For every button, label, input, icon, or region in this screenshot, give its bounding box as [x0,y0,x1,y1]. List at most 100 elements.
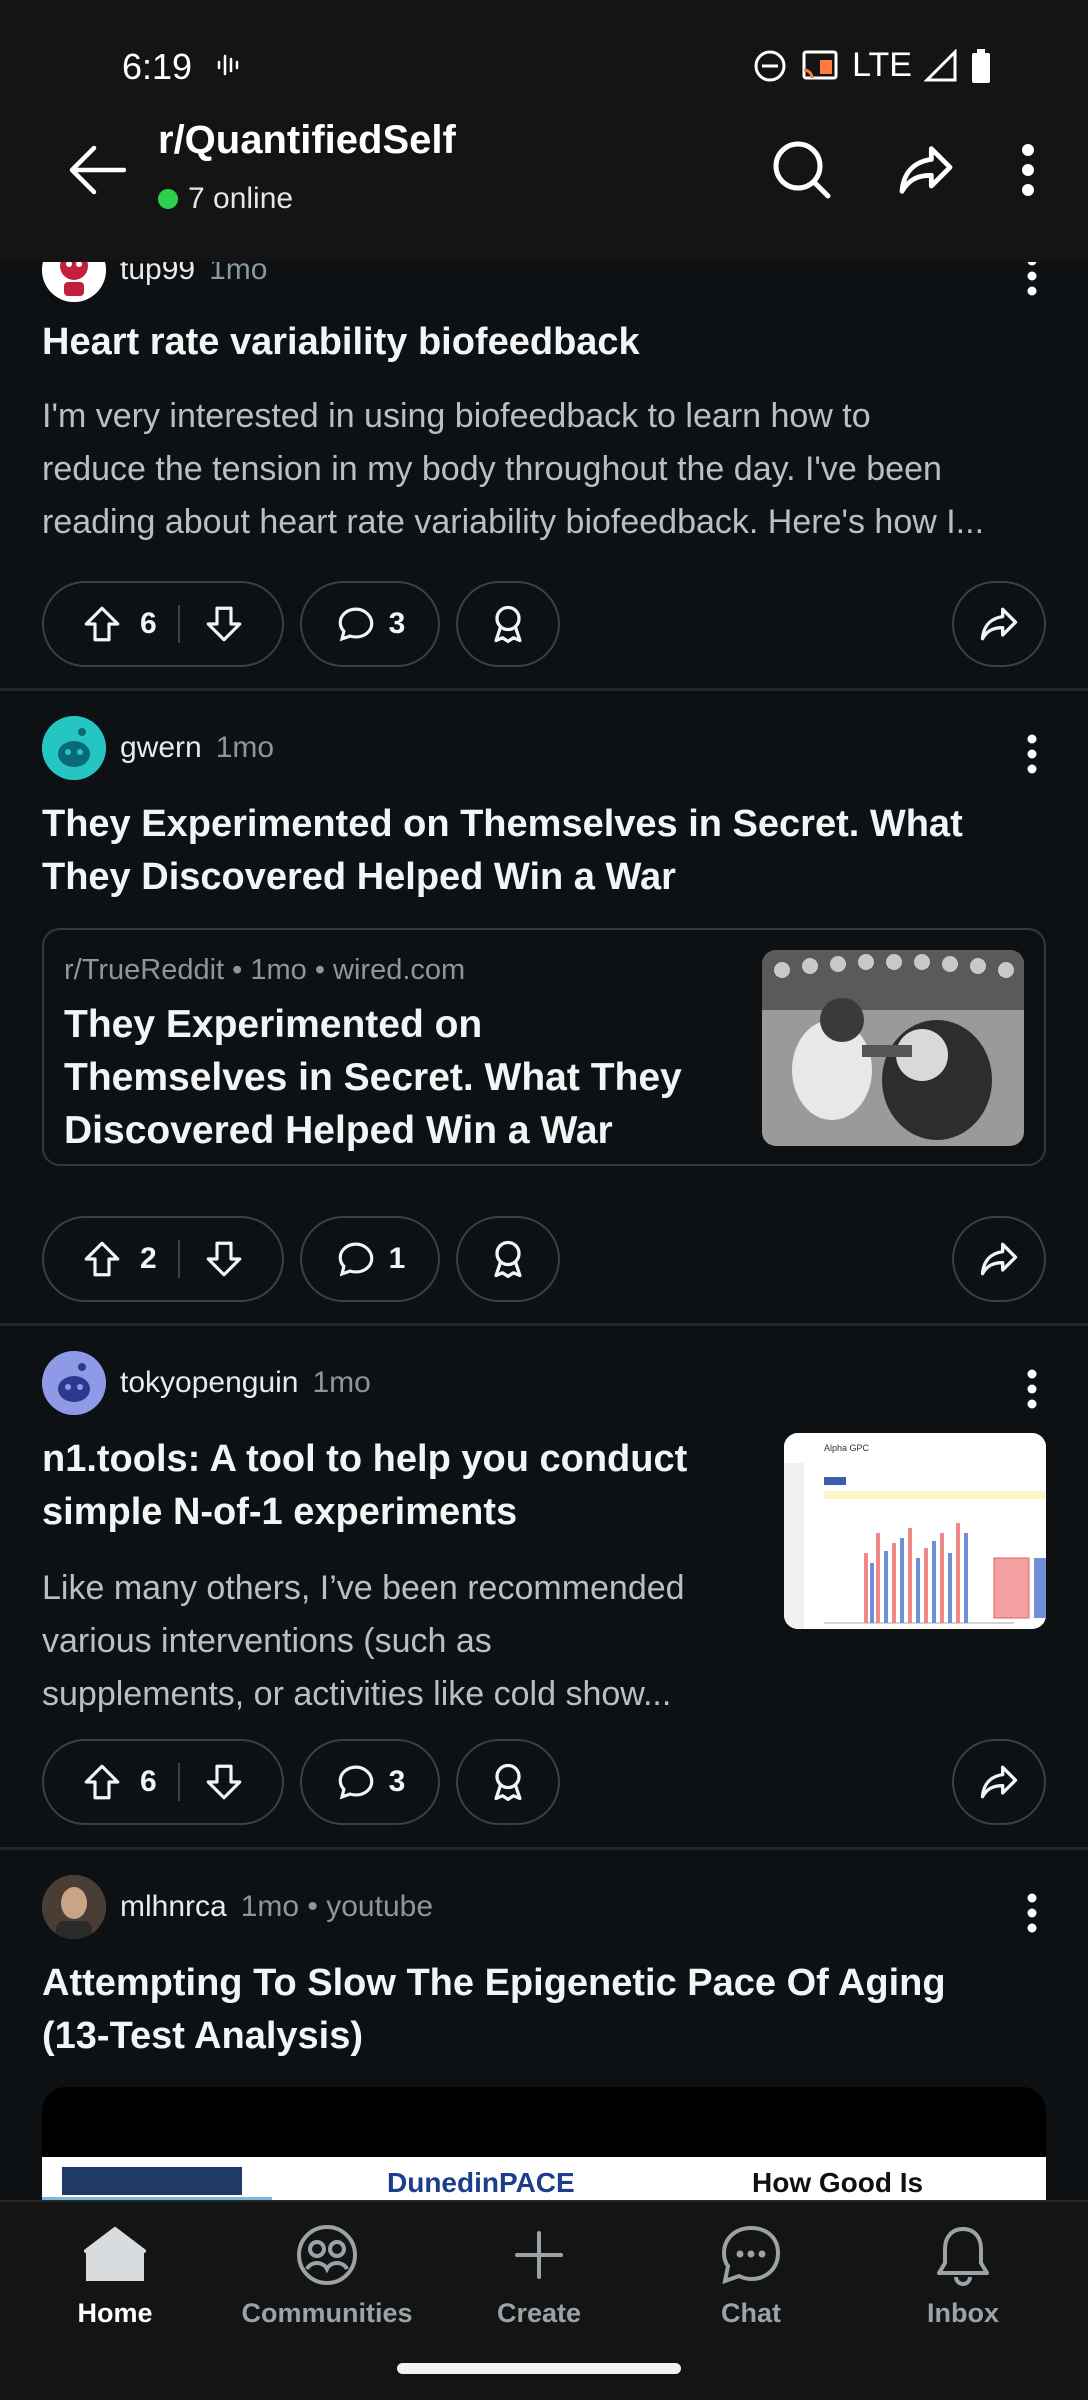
award-button[interactable] [456,1216,560,1302]
share-subreddit-button[interactable] [884,128,968,212]
comment-count: 3 [388,607,406,640]
share-icon [980,1242,1018,1276]
nav-label: Create [496,2298,582,2328]
post-title[interactable]: They Experimented on Themselves in Secre… [42,798,963,904]
more-options-button[interactable] [1002,1883,1062,1943]
comments-button[interactable]: 1 [300,1216,440,1302]
link-title-line: Discovered Helped Win a War [64,1109,613,1152]
chat-icon [714,2218,788,2292]
online-text: 7 online [188,182,294,215]
body-line: reduce the tension in my body throughout… [42,450,942,488]
vote-pill: 6 [42,1739,284,1825]
home-gesture-bar[interactable] [397,2363,681,2374]
title-line: n1.tools: A tool to help you conduct [42,1438,688,1480]
bell-icon [926,2218,1000,2292]
post-card[interactable]: mlhnrca 1mo • youtube Attempting To Slow… [0,1849,1088,2287]
post-author[interactable]: mlhnrca 1mo • youtube [42,1875,433,1939]
voice-activity-icon [214,50,244,80]
title-line: (13-Test Analysis) [42,2015,363,2057]
cast-icon [802,50,838,79]
communities-icon [290,2218,364,2292]
status-time: 6:19 [122,46,193,87]
post-card[interactable]: tokyopenguin 1mo n1.tools: A tool to hel… [0,1325,1088,1847]
nav-inbox[interactable]: Inbox [873,2218,1053,2329]
nav-label: Inbox [927,2298,999,2328]
avatar [42,1351,106,1415]
nav-label: Communities [241,2298,413,2328]
downvote-icon[interactable] [194,1229,254,1289]
share-icon [980,607,1018,641]
search-icon [773,141,831,199]
post-card[interactable]: gwern 1mo They Experimented on Themselve… [0,690,1088,1325]
award-button[interactable] [456,581,560,667]
upvote-icon[interactable] [72,594,132,654]
post-time: 1mo [215,731,275,764]
comments-button[interactable]: 3 [300,581,440,667]
nav-communities[interactable]: Communities [237,2218,417,2329]
more-vertical-icon [1027,1893,1037,1933]
status-icons: LTE [752,46,992,85]
share-icon [899,146,953,194]
share-icon [980,1765,1018,1799]
downvote-icon[interactable] [194,594,254,654]
title-line: Attempting To Slow The Epigenetic Pace O… [42,1962,946,2004]
upvote-icon[interactable] [72,1752,132,1812]
comments-button[interactable]: 3 [300,1739,440,1825]
do-not-disturb-icon [754,50,786,81]
author-name: tokyopenguin [120,1366,299,1399]
body-line: reading about heart rate variability bio… [42,503,985,541]
body-line: Like many others, I’ve been recommended [42,1569,685,1607]
post-title[interactable]: Attempting To Slow The Epigenetic Pace O… [42,1957,946,2063]
post-author[interactable]: tokyopenguin 1mo [42,1351,371,1415]
online-count: 7 online [158,182,293,216]
link-title: They Experimented on Themselves in Secre… [64,998,704,1157]
nav-create[interactable]: Create [449,2218,629,2329]
back-button[interactable] [56,130,136,210]
link-thumbnail[interactable] [762,950,1024,1146]
vote-divider [178,1240,180,1278]
plus-icon [502,2218,576,2292]
body-line: supplements, or activities like cold sho… [42,1675,672,1713]
header-actions [760,128,1048,212]
video-text-dunedin: DunedinPACE [387,2167,575,2198]
more-options-button[interactable] [1002,1359,1062,1419]
comment-icon [338,607,373,642]
title-line: They Experimented on Themselves in Secre… [42,803,963,845]
post-time: 1mo [312,1366,371,1399]
author-name: mlhnrca [120,1890,227,1923]
vote-divider [178,1763,180,1801]
vote-count: 6 [140,607,157,640]
more-vertical-icon [1027,734,1037,774]
share-button[interactable] [952,1739,1046,1825]
body-line: various interventions (such as [42,1622,492,1660]
share-button[interactable] [952,581,1046,667]
nav-home[interactable]: Home [25,2218,205,2329]
search-button[interactable] [760,128,844,212]
upvote-icon[interactable] [72,1229,132,1289]
post-thumbnail[interactable]: Alpha GPC [784,1433,1046,1629]
share-button[interactable] [952,1216,1046,1302]
downvote-icon[interactable] [194,1752,254,1812]
comment-icon [338,1242,373,1277]
post-body[interactable]: Like many others, I’ve been recommended … [42,1562,762,1721]
signal-icon [924,48,957,81]
overflow-menu-button[interactable] [1008,128,1048,212]
post-actions: 2 1 [42,1216,1046,1302]
post-body[interactable]: I'm very interested in using biofeedback… [42,390,984,549]
link-title-line: Themselves in Secret. What They [64,1056,682,1099]
comment-icon [338,1765,373,1800]
post-author[interactable]: gwern 1mo [42,716,274,780]
link-preview-card[interactable]: r/TrueReddit • 1mo • wired.com They Expe… [42,928,1046,1166]
more-options-button[interactable] [1002,724,1062,784]
vote-count: 6 [140,1765,157,1798]
nav-chat[interactable]: Chat [661,2218,841,2329]
post-title[interactable]: n1.tools: A tool to help you conduct sim… [42,1433,742,1539]
nav-label: Home [77,2298,153,2328]
arrow-left-icon [69,145,126,195]
award-icon [494,1240,522,1279]
subreddit-title[interactable]: r/QuantifiedSelf [158,118,456,163]
post-actions: 6 3 [42,1739,1046,1825]
post-title[interactable]: Heart rate variability biofeedback [42,316,640,369]
award-button[interactable] [456,1739,560,1825]
post-actions: 6 3 [42,581,1046,667]
